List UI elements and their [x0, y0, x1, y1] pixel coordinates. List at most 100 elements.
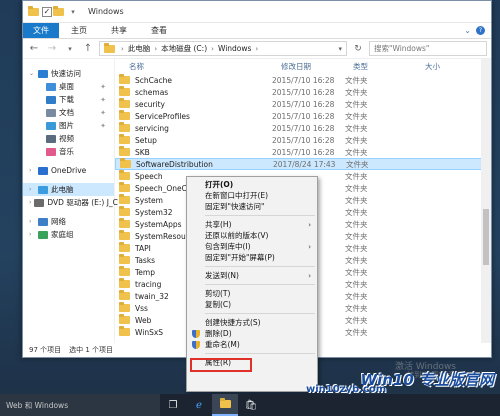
- breadcrumb-separator-icon[interactable]: ›: [255, 45, 258, 53]
- breadcrumb-separator-icon[interactable]: ›: [154, 45, 157, 53]
- file-type: 文件夹: [345, 135, 368, 145]
- file-row[interactable]: SoftwareDistribution 2017/8/24 17:43 文件夹: [115, 158, 491, 170]
- nav-item[interactable]: 桌面 ✦: [23, 80, 114, 93]
- ribbon-tab[interactable]: 查看: [139, 23, 179, 38]
- menu-item[interactable]: 共享(H) ›: [187, 219, 317, 230]
- submenu-arrow-icon: ›: [308, 271, 311, 280]
- menu-item[interactable]: 复制(C): [187, 299, 317, 310]
- uac-shield-icon: [192, 341, 200, 349]
- nav-item-icon: [46, 108, 56, 117]
- rename-highlight-box: [190, 358, 252, 372]
- breadcrumb-separator-icon[interactable]: ›: [211, 45, 214, 53]
- menu-item[interactable]: 还原以前的版本(V): [187, 230, 317, 241]
- taskbar-search[interactable]: Web 和 Windows: [0, 394, 160, 416]
- nav-item[interactable]: › 网络: [23, 215, 114, 228]
- nav-item[interactable]: 音乐: [23, 145, 114, 158]
- forward-arrow-icon[interactable]: →: [45, 43, 59, 54]
- file-type: 文件夹: [345, 267, 368, 277]
- file-row[interactable]: Setup 2015/7/10 16:28 文件夹: [115, 134, 491, 146]
- edge-browser-icon[interactable]: ℯ: [186, 394, 212, 416]
- menu-item-label: 打开(O): [205, 180, 234, 189]
- file-name: SKB: [135, 147, 150, 157]
- task-view-icon[interactable]: ❐: [160, 394, 186, 416]
- vertical-scrollbar[interactable]: [481, 59, 491, 343]
- folder-icon: [119, 230, 130, 240]
- nav-item-icon: [46, 95, 56, 104]
- expand-chevron-icon[interactable]: ›: [29, 186, 35, 193]
- ribbon-tab[interactable]: 文件: [23, 23, 59, 38]
- address-bar[interactable]: › 此电脑 › 本地磁盘 (C:) › Windows › ▾: [99, 41, 347, 56]
- folder-icon: [119, 134, 130, 144]
- help-icon[interactable]: ?: [476, 26, 485, 35]
- menu-item-label: 还原以前的版本(V): [205, 231, 269, 240]
- nav-item[interactable]: 视频: [23, 132, 114, 145]
- back-arrow-icon[interactable]: ←: [27, 43, 41, 54]
- ribbon-tab[interactable]: 共享: [99, 23, 139, 38]
- menu-item[interactable]: 包含到库中(I) ›: [187, 241, 317, 252]
- file-row[interactable]: servicing 2015/7/10 16:28 文件夹: [115, 122, 491, 134]
- new-folder-qat-icon[interactable]: [52, 5, 64, 18]
- menu-item[interactable]: 重命名(M): [187, 339, 317, 350]
- ribbon-tab[interactable]: 主页: [59, 23, 99, 38]
- folder-icon: [119, 326, 130, 336]
- nav-item[interactable]: › DVD 驱动器 (E:) J_C: [23, 196, 118, 209]
- scrollbar-thumb[interactable]: [483, 209, 489, 265]
- nav-item[interactable]: › 家庭组: [23, 228, 114, 241]
- menu-item[interactable]: 在新窗口中打开(E): [187, 190, 317, 201]
- pin-icon: ✦: [100, 95, 106, 104]
- nav-item-icon: [38, 69, 48, 78]
- nav-item[interactable]: ⌄ 快速访问: [23, 67, 114, 80]
- expand-chevron-icon[interactable]: ›: [29, 167, 35, 174]
- store-icon[interactable]: 🛍: [238, 394, 264, 416]
- recent-locations-icon[interactable]: ▾: [63, 45, 77, 53]
- column-header-type[interactable]: 类型: [353, 61, 425, 72]
- folder-icon: [119, 98, 130, 108]
- expand-chevron-icon[interactable]: ›: [29, 231, 35, 238]
- title-bar[interactable]: ✓ ▾ Windows: [23, 1, 491, 23]
- nav-item[interactable]: 文档 ✦: [23, 106, 114, 119]
- folder-app-icon: [27, 5, 39, 18]
- column-header-size[interactable]: 大小: [425, 61, 440, 72]
- expand-chevron-icon[interactable]: ⌄: [29, 70, 35, 77]
- address-history-dropdown-icon[interactable]: ▾: [338, 45, 342, 53]
- nav-item[interactable]: › 此电脑: [23, 183, 114, 196]
- file-explorer-taskbar-icon[interactable]: [212, 394, 238, 416]
- breadcrumb-item[interactable]: 本地磁盘 (C:): [161, 43, 207, 54]
- column-header-name[interactable]: 名称: [129, 61, 281, 72]
- menu-item-label: 剪切(T): [205, 289, 231, 298]
- file-row[interactable]: ServiceProfiles 2015/7/10 16:28 文件夹: [115, 110, 491, 122]
- file-date: 2015/7/10 16:28: [272, 135, 335, 145]
- breadcrumb-item[interactable]: Windows: [218, 44, 251, 53]
- menu-item[interactable]: 固定到"快速访问": [187, 201, 317, 212]
- menu-item[interactable]: 创建快捷方式(S): [187, 317, 317, 328]
- menu-separator: [205, 266, 315, 267]
- file-name: Setup: [135, 135, 157, 145]
- column-header-date[interactable]: 修改日期: [281, 61, 353, 72]
- quick-access-properties-icon[interactable]: ✓: [42, 6, 52, 17]
- expand-ribbon-icon[interactable]: ⌄: [464, 26, 471, 35]
- search-box[interactable]: 搜索"Windows": [369, 41, 487, 56]
- expand-chevron-icon[interactable]: ›: [29, 199, 31, 206]
- breadcrumb-separator-icon[interactable]: ›: [121, 45, 124, 53]
- file-row[interactable]: SchCache 2015/7/10 16:28 文件夹: [115, 74, 491, 86]
- menu-item[interactable]: 打开(O): [187, 179, 317, 190]
- menu-item[interactable]: 固定到"开始"屏幕(P): [187, 252, 317, 263]
- up-arrow-icon[interactable]: ↑: [81, 43, 95, 54]
- nav-item[interactable]: 图片 ✦: [23, 119, 114, 132]
- menu-item[interactable]: 剪切(T): [187, 288, 317, 299]
- refresh-icon[interactable]: ↻: [351, 44, 365, 54]
- file-type: 文件夹: [345, 315, 368, 325]
- nav-item[interactable]: 下载 ✦: [23, 93, 114, 106]
- file-row[interactable]: SKB 2015/7/10 16:28 文件夹: [115, 146, 491, 158]
- file-row[interactable]: schemas 2015/7/10 16:28 文件夹: [115, 86, 491, 98]
- taskbar-search-text: Web 和 Windows: [6, 400, 69, 410]
- nav-item-label: 视频: [59, 134, 74, 143]
- file-row[interactable]: security 2015/7/10 16:28 文件夹: [115, 98, 491, 110]
- menu-item[interactable]: 发送到(N) ›: [187, 270, 317, 281]
- nav-item[interactable]: › OneDrive: [23, 164, 114, 177]
- file-date: 2015/7/10 16:28: [272, 99, 335, 109]
- menu-item[interactable]: 删除(D): [187, 328, 317, 339]
- breadcrumb-item[interactable]: 此电脑: [128, 43, 151, 54]
- expand-chevron-icon[interactable]: ›: [29, 218, 35, 225]
- qat-dropdown-icon[interactable]: ▾: [67, 6, 79, 18]
